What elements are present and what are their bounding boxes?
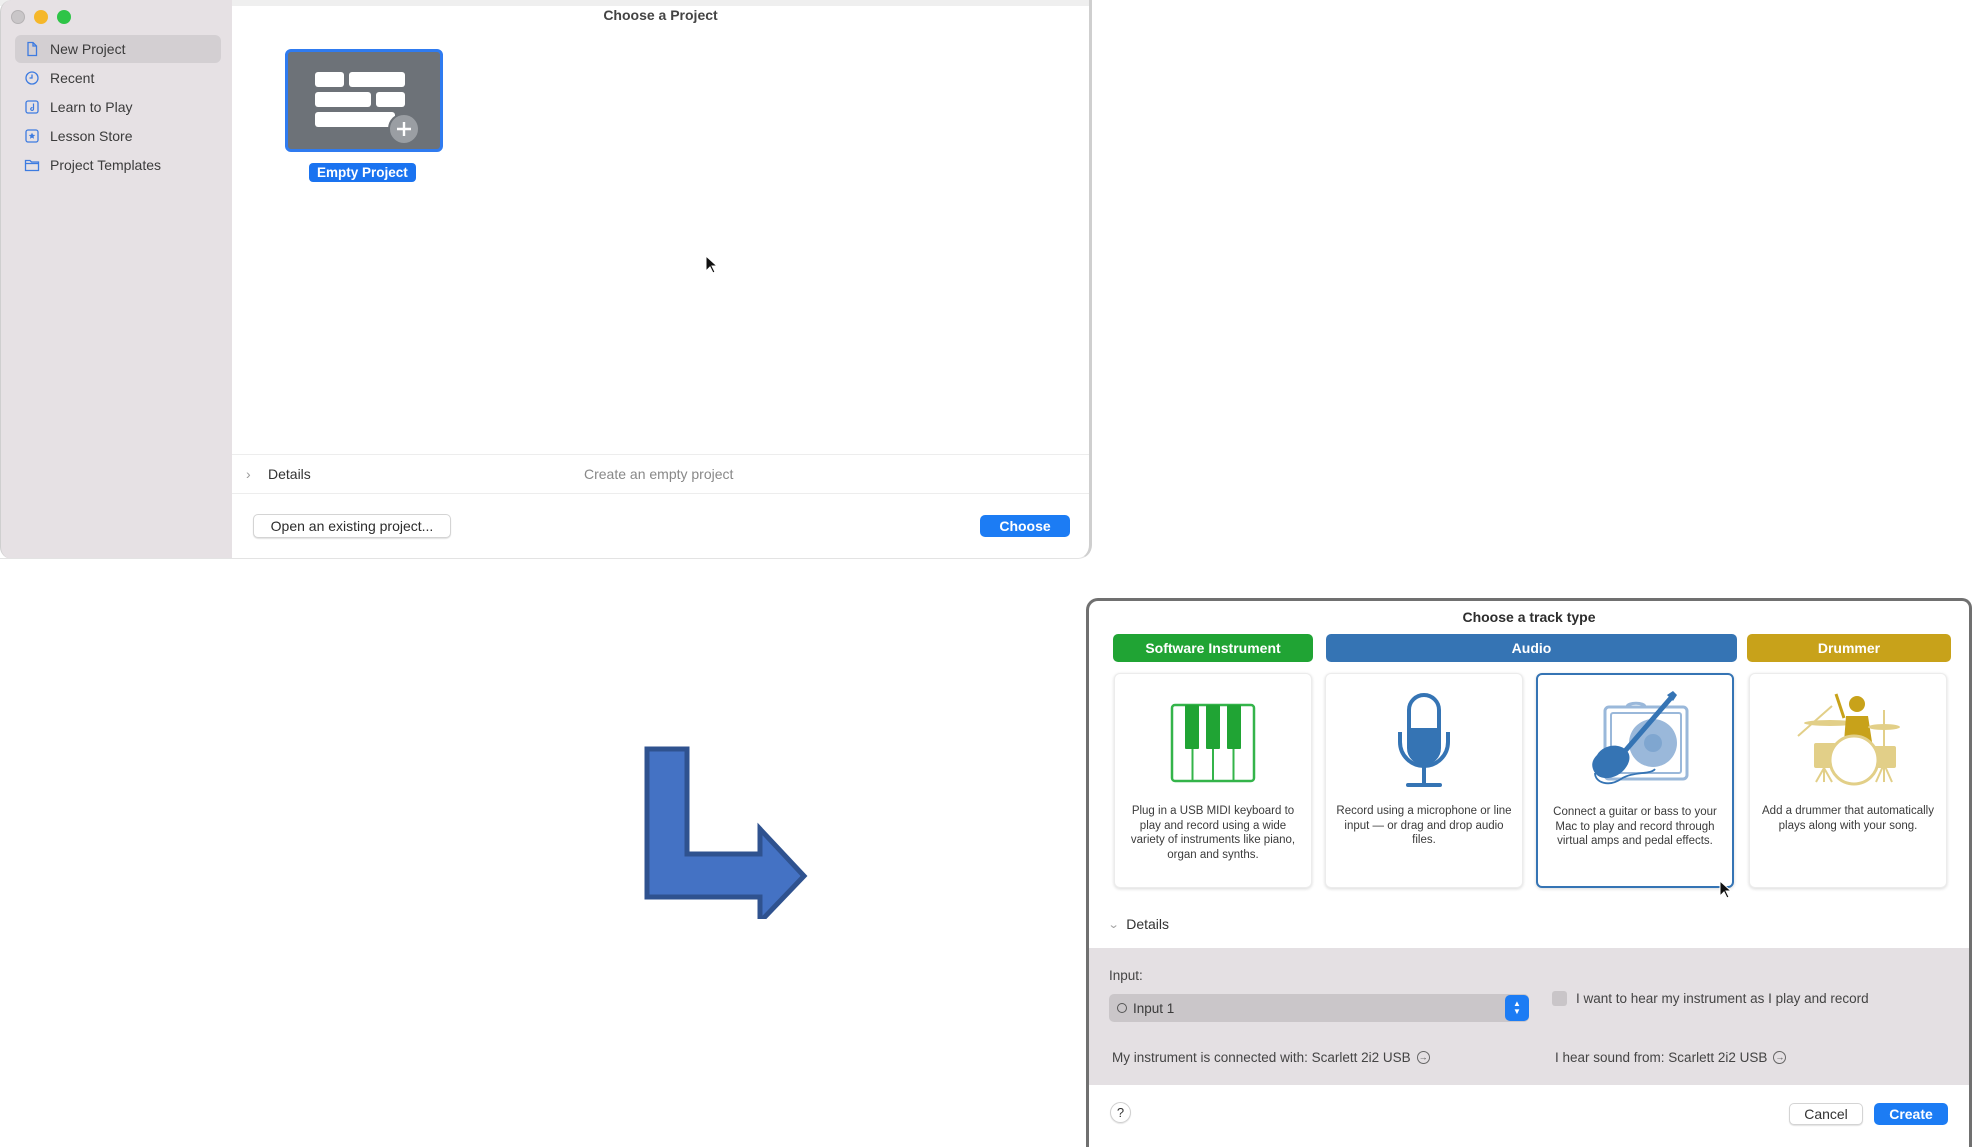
card-description: Add a drummer that automatically plays a… [1762, 805, 1934, 832]
details-label: Details [268, 466, 311, 482]
mouse-cursor-icon [705, 255, 719, 274]
bent-arrow-icon [644, 746, 808, 919]
window-controls [11, 10, 71, 24]
input-select[interactable]: Input 1 ▲ ▼ [1109, 994, 1529, 1022]
minimize-window-button[interactable] [34, 10, 48, 24]
input-label: Input: [1109, 968, 1143, 983]
document-icon [24, 41, 40, 57]
choose-project-window: New Project Recent Learn to Play Lesson … [0, 0, 1092, 559]
maximize-window-button[interactable] [57, 10, 71, 24]
monitor-checkbox-row[interactable]: I want to hear my instrument as I play a… [1552, 991, 1869, 1006]
clock-icon [24, 70, 40, 86]
empty-project-tile[interactable] [285, 49, 443, 152]
choose-button[interactable]: Choose [980, 515, 1070, 537]
hear-sound-from-text: I hear sound from: Scarlett 2i2 USB [1555, 1050, 1768, 1065]
microphone-icon [1398, 693, 1450, 787]
card-description: Plug in a USB MIDI keyboard to play and … [1130, 805, 1296, 861]
card-description: Connect a guitar or bass to your Mac to … [1553, 806, 1717, 847]
monitor-checkbox[interactable] [1552, 991, 1567, 1006]
details-disclosure[interactable]: ⌄ Details [1107, 916, 1170, 932]
select-stepper-icon[interactable]: ▲ ▼ [1505, 995, 1529, 1021]
sidebar-item-lesson-store[interactable]: Lesson Store [15, 122, 221, 150]
piano-keyboard-icon [1170, 703, 1256, 783]
sidebar-item-project-templates[interactable]: Project Templates [15, 151, 221, 179]
track-card-guitar-bass[interactable]: Connect a guitar or bass to your Mac to … [1536, 673, 1734, 888]
project-chooser-main: Choose a Project Empty Project › Details… [232, 0, 1089, 558]
sidebar: New Project Recent Learn to Play Lesson … [0, 0, 232, 558]
sidebar-item-label: Recent [50, 70, 95, 86]
track-card-software-instrument[interactable]: Plug in a USB MIDI keyboard to play and … [1114, 673, 1312, 888]
sidebar-item-new-project[interactable]: New Project [15, 35, 221, 63]
sidebar-item-label: Lesson Store [50, 128, 133, 144]
mouse-cursor-icon [1719, 880, 1733, 899]
track-card-drummer[interactable]: Add a drummer that automatically plays a… [1749, 673, 1947, 888]
card-description: Record using a microphone or line input … [1336, 805, 1512, 846]
star-box-icon [24, 128, 40, 144]
guitar-amp-icon [1592, 691, 1689, 785]
help-button[interactable]: ? [1110, 1102, 1131, 1123]
category-software-instrument[interactable]: Software Instrument [1113, 634, 1313, 662]
details-panel: Input: Input 1 ▲ ▼ I want to hear my inst… [1089, 948, 1969, 1085]
category-drummer[interactable]: Drummer [1747, 634, 1951, 662]
chevron-right-icon: › [246, 466, 251, 482]
sidebar-item-label: Learn to Play [50, 99, 133, 115]
output-connection: I hear sound from: Scarlett 2i2 USB → [1555, 1050, 1787, 1065]
sidebar-item-label: New Project [50, 41, 126, 57]
connected-with-text: My instrument is connected with: Scarlet… [1112, 1050, 1411, 1065]
empty-project-icon [315, 72, 420, 145]
drummer-icon [1797, 693, 1900, 786]
sidebar-list: New Project Recent Learn to Play Lesson … [15, 35, 221, 180]
category-audio[interactable]: Audio [1326, 634, 1737, 662]
arrow-circle-icon[interactable]: → [1773, 1051, 1787, 1064]
window-title: Choose a Project [603, 7, 718, 23]
music-note-icon [24, 99, 40, 115]
track-card-microphone[interactable]: Record using a microphone or line input … [1325, 673, 1523, 888]
arrow-circle-icon[interactable]: → [1416, 1051, 1430, 1064]
instrument-connection: My instrument is connected with: Scarlet… [1112, 1050, 1430, 1065]
close-window-button[interactable] [11, 10, 25, 24]
input-radio-icon [1117, 1003, 1127, 1013]
cancel-button[interactable]: Cancel [1789, 1103, 1863, 1125]
chevron-down-icon: ⌄ [1107, 918, 1120, 931]
input-select-value: Input 1 [1133, 1000, 1175, 1016]
dialog-title: Choose a track type [1462, 609, 1596, 625]
arrow-shape [644, 746, 808, 919]
empty-project-label[interactable]: Empty Project [309, 163, 416, 182]
sidebar-item-label: Project Templates [50, 157, 162, 173]
sidebar-item-learn-to-play[interactable]: Learn to Play [15, 93, 221, 121]
details-label: Details [1126, 916, 1170, 932]
details-description: Create an empty project [584, 466, 734, 482]
sidebar-item-recent[interactable]: Recent [15, 64, 221, 92]
open-existing-project-button[interactable]: Open an existing project... [253, 514, 451, 538]
create-button[interactable]: Create [1874, 1103, 1948, 1125]
details-disclosure[interactable]: › Details Create an empty project [232, 454, 1089, 494]
choose-track-type-dialog: Choose a track type Software Instrument … [1086, 598, 1972, 1147]
folder-icon [24, 157, 40, 173]
monitor-checkbox-label: I want to hear my instrument as I play a… [1576, 991, 1869, 1006]
